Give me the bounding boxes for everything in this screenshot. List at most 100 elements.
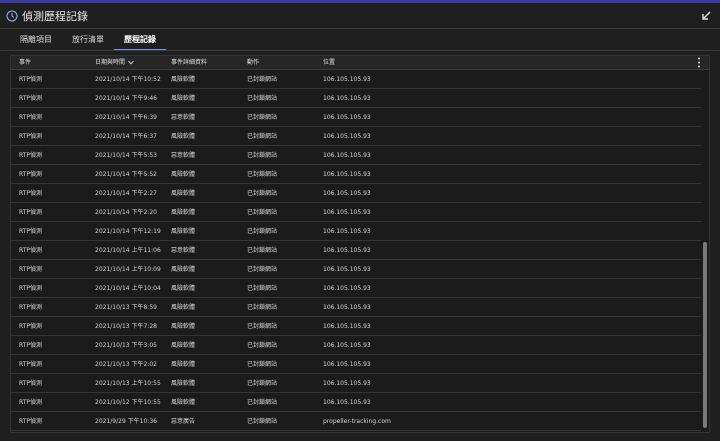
table-row[interactable]: RTP偵測 2021/10/14 下午6:39 惡意軟體 已封鎖網站 106.105.1… xyxy=(11,108,701,127)
cell-detail: 風險軟體 xyxy=(171,323,196,330)
cell-detail: 風險軟體 xyxy=(171,228,196,235)
table-row[interactable]: RTP偵測 2021/10/13 上午10:55 風險軟體 已封鎖網站 106.105.… xyxy=(11,374,701,393)
cell-datetime: 2021/10/14 下午2:27 xyxy=(95,190,157,197)
table-row[interactable]: RTP偵測 2021/10/14 下午12:19 風險軟體 已封鎖網站 106.105.… xyxy=(11,222,701,241)
cell-action: 已封鎖網站 xyxy=(247,228,278,235)
table-row[interactable]: RTP偵測 2021/10/14 下午6:37 風險軟體 已封鎖網站 106.105.1… xyxy=(11,127,701,146)
cell-datetime: 2021/10/13 下午2:02 xyxy=(95,361,157,368)
table-row[interactable]: RTP偵測 2021/10/13 下午7:28 風險軟體 已封鎖網站 106.105.1… xyxy=(11,317,701,336)
tab-divider xyxy=(0,50,720,51)
table-row[interactable]: RTP偵測 2021/10/14 上午11:06 惡意軟體 已封鎖網站 106.105.… xyxy=(11,241,701,260)
cell-event: RTP偵測 xyxy=(19,266,43,273)
history-table: 事件 日期與時間 事件詳細資料 動作 位置 RTP偵測 2021/10/14 下午… xyxy=(10,55,710,433)
cell-event: RTP偵測 xyxy=(19,247,43,254)
table-row[interactable]: RTP偵測 2021/10/14 上午10:09 風險軟體 已封鎖網站 106.105.… xyxy=(11,260,701,279)
cell-location: 106.105.105.93 xyxy=(323,342,371,349)
table-row[interactable]: RTP偵測 2021/10/14 上午10:04 風險軟體 已封鎖網站 106.105.… xyxy=(11,279,701,298)
table-row[interactable]: RTP偵測 2021/10/14 下午2:27 風險軟體 已封鎖網站 106.105.1… xyxy=(11,184,701,203)
title-divider xyxy=(0,28,720,29)
collapse-arrow-icon[interactable] xyxy=(700,10,712,22)
cell-event: RTP偵測 xyxy=(19,152,43,159)
history-clock-icon xyxy=(6,10,18,22)
header-action[interactable]: 動作 xyxy=(247,59,259,67)
header-location[interactable]: 位置 xyxy=(323,59,335,67)
cell-detail: 風險軟體 xyxy=(171,95,196,102)
cell-location: 106.105.105.93 xyxy=(323,247,371,254)
cell-event: RTP偵測 xyxy=(19,380,43,387)
cell-detail: 風險軟體 xyxy=(171,209,196,216)
more-vertical-icon[interactable] xyxy=(697,57,701,68)
table-row[interactable]: RTP偵測 2021/10/14 下午5:53 惡意軟體 已封鎖網站 106.105.1… xyxy=(11,146,701,165)
cell-datetime: 2021/10/14 下午5:53 xyxy=(95,152,157,159)
table-header: 事件 日期與時間 事件詳細資料 動作 位置 xyxy=(11,56,709,70)
cell-location: 106.105.105.93 xyxy=(323,361,371,368)
cell-action: 已封鎖網站 xyxy=(247,190,278,197)
cell-detail: 風險軟體 xyxy=(171,76,196,83)
header-datetime-label: 日期與時間 xyxy=(95,59,126,66)
cell-detail: 風險軟體 xyxy=(171,266,196,273)
tab-allow-list[interactable]: 放行清單 xyxy=(62,33,114,49)
cell-datetime: 2021/10/14 下午6:39 xyxy=(95,114,157,121)
table-row[interactable]: RTP偵測 2021/10/14 下午5:52 風險軟體 已封鎖網站 106.105.1… xyxy=(11,165,701,184)
chevron-down-icon xyxy=(128,60,134,65)
cell-location: 106.105.105.93 xyxy=(323,171,371,178)
cell-event: RTP偵測 xyxy=(19,285,43,292)
table-row[interactable]: RTP偵測 2021/10/13 下午8:59 風險軟體 已封鎖網站 106.105.1… xyxy=(11,298,701,317)
cell-event: RTP偵測 xyxy=(19,304,43,311)
cell-location: propeller-tracking.com xyxy=(323,418,391,425)
cell-event: RTP偵測 xyxy=(19,190,43,197)
cell-location: 106.105.105.93 xyxy=(323,285,371,292)
table-row[interactable]: RTP偵測 2021/10/13 下午2:02 風險軟體 已封鎖網站 106.105.1… xyxy=(11,355,701,374)
cell-location: 106.105.105.93 xyxy=(323,266,371,273)
cell-detail: 惡意軟體 xyxy=(171,114,196,121)
cell-event: RTP偵測 xyxy=(19,342,43,349)
title-bar: 偵測歷程記錄 xyxy=(0,6,720,28)
cell-datetime: 2021/10/14 上午10:04 xyxy=(95,285,161,292)
cell-datetime: 2021/10/14 下午9:46 xyxy=(95,95,157,102)
vertical-scrollbar[interactable] xyxy=(703,242,707,428)
table-row[interactable]: RTP偵測 2021/9/29 下午10:36 惡意廣告 已封鎖網站 propeller… xyxy=(11,412,701,431)
table-row[interactable]: RTP偵測 2021/10/14 下午10:52 風險軟體 已封鎖網站 106.105.… xyxy=(11,70,701,89)
table-row[interactable]: RTP偵測 2021/10/12 下午10:55 風險軟體 已封鎖網站 106.105.… xyxy=(11,393,701,412)
table-row[interactable]: RTP偵測 2021/10/14 下午2:20 風險軟體 已封鎖網站 106.105.1… xyxy=(11,203,701,222)
cell-datetime: 2021/10/14 上午11:06 xyxy=(95,247,161,254)
history-window: 偵測歷程記錄 隔離項目 放行清單 歷程記錄 事件 日期與時間 事件詳細資料 動作… xyxy=(0,0,720,441)
cell-location: 106.105.105.93 xyxy=(323,323,371,330)
cell-action: 已封鎖網站 xyxy=(247,418,278,425)
tab-quarantine[interactable]: 隔離項目 xyxy=(10,33,62,49)
cell-event: RTP偵測 xyxy=(19,323,43,330)
cell-event: RTP偵測 xyxy=(19,76,43,83)
cell-action: 已封鎖網站 xyxy=(247,266,278,273)
cell-datetime: 2021/10/13 上午10:55 xyxy=(95,380,161,387)
table-row[interactable]: RTP偵測 2021/10/13 下午3:05 風險軟體 已封鎖網站 106.105.1… xyxy=(11,336,701,355)
cell-datetime: 2021/10/13 下午8:59 xyxy=(95,304,157,311)
cell-detail: 風險軟體 xyxy=(171,304,196,311)
cell-event: RTP偵測 xyxy=(19,95,43,102)
table-row[interactable]: RTP偵測 2021/10/14 下午9:46 風險軟體 已封鎖網站 106.105.1… xyxy=(11,89,701,108)
header-datetime[interactable]: 日期與時間 xyxy=(95,59,134,67)
cell-detail: 風險軟體 xyxy=(171,190,196,197)
cell-datetime: 2021/10/14 下午12:19 xyxy=(95,228,161,235)
cell-action: 已封鎖網站 xyxy=(247,114,278,121)
cell-event: RTP偵測 xyxy=(19,399,43,406)
cell-event: RTP偵測 xyxy=(19,418,43,425)
cell-location: 106.105.105.93 xyxy=(323,228,371,235)
cell-action: 已封鎖網站 xyxy=(247,342,278,349)
header-event[interactable]: 事件 xyxy=(19,59,31,67)
cell-datetime: 2021/10/14 下午5:52 xyxy=(95,171,157,178)
cell-action: 已封鎖網站 xyxy=(247,361,278,368)
cell-location: 106.105.105.93 xyxy=(323,76,371,83)
cell-location: 106.105.105.93 xyxy=(323,209,371,216)
cell-location: 106.105.105.93 xyxy=(323,152,371,159)
tab-history[interactable]: 歷程記錄 xyxy=(114,33,166,51)
cell-event: RTP偵測 xyxy=(19,114,43,121)
cell-detail: 風險軟體 xyxy=(171,342,196,349)
cell-detail: 風險軟體 xyxy=(171,380,196,387)
cell-detail: 惡意軟體 xyxy=(171,152,196,159)
header-detail[interactable]: 事件詳細資料 xyxy=(171,59,207,67)
cell-detail: 風險軟體 xyxy=(171,361,196,368)
cell-action: 已封鎖網站 xyxy=(247,95,278,102)
cell-datetime: 2021/10/14 下午2:20 xyxy=(95,209,157,216)
cell-action: 已封鎖網站 xyxy=(247,133,278,140)
cell-action: 已封鎖網站 xyxy=(247,323,278,330)
